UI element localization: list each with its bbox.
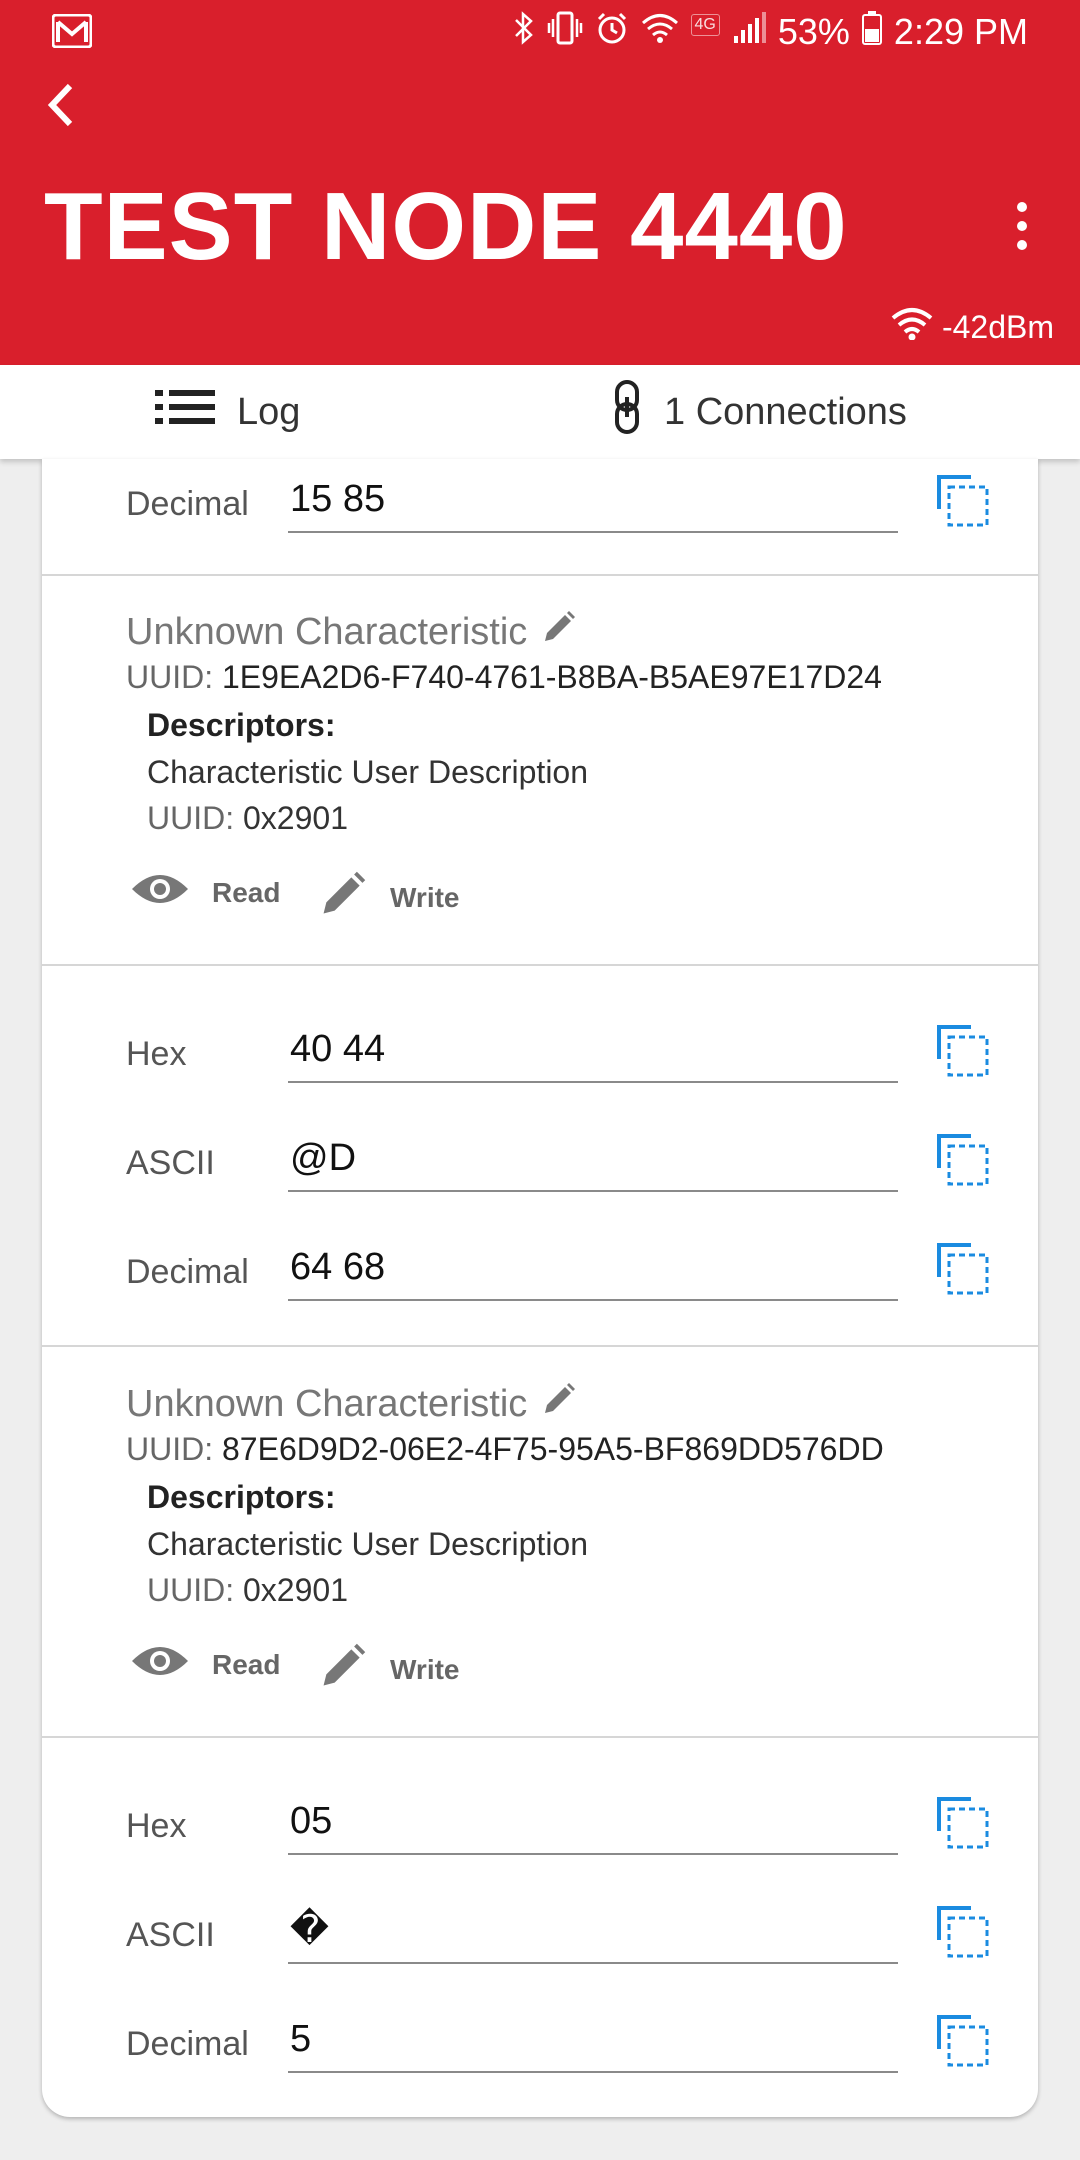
value-label: Decimal: [126, 1253, 249, 1291]
uuid-label: UUID:: [126, 659, 214, 695]
battery-percent: 53%: [777, 11, 850, 52]
uuid-label: UUID:: [147, 800, 235, 836]
hex-value-field[interactable]: 05: [288, 1791, 898, 1855]
pencil-icon[interactable]: [541, 609, 577, 655]
link-icon: [612, 379, 642, 445]
tab-log-label: Log: [237, 390, 301, 433]
value-row-ascii: ASCII @D: [42, 1128, 1038, 1208]
ascii-value-field[interactable]: �: [288, 1900, 898, 1964]
uuid-value: 0x2901: [243, 800, 348, 836]
ascii-value-field[interactable]: @D: [288, 1128, 898, 1192]
characteristic-title: Unknown Characteristic: [126, 1382, 528, 1425]
copy-icon[interactable]: [935, 1795, 991, 1851]
value-label: ASCII: [126, 1916, 215, 1954]
value-row-decimal: Decimal 64 68: [42, 1237, 1038, 1317]
descriptor-uuid: UUID: 0x2901: [147, 800, 348, 837]
pencil-icon[interactable]: [541, 1381, 577, 1427]
descriptor-name: Characteristic User Description: [147, 754, 589, 790]
read-label: Read: [212, 1648, 281, 1680]
uuid-label: UUID:: [147, 1572, 235, 1608]
uuid-value: 0x2901: [243, 1572, 348, 1608]
value-row-hex: Hex 40 44: [42, 1019, 1038, 1099]
tab-connections-label: 1 Connections: [664, 390, 907, 433]
copy-icon[interactable]: [935, 1132, 991, 1188]
page-title: TEST NODE 4440: [44, 173, 848, 280]
characteristic-item: Unknown Characteristic UUID: 87E6D9D2-06…: [42, 1381, 1038, 1691]
value-label: Hex: [126, 1035, 187, 1073]
status-bar: 4G 53% 2:29 PM: [0, 0, 1080, 64]
eye-icon: [130, 869, 190, 916]
decimal-value-field[interactable]: 64 68: [288, 1237, 898, 1301]
copy-icon[interactable]: [935, 1241, 991, 1297]
back-arrow-icon[interactable]: [40, 80, 84, 130]
battery-icon: [861, 10, 882, 54]
divider: [42, 964, 1038, 966]
read-button[interactable]: Read: [130, 1641, 280, 1688]
network-type-badge: 4G: [690, 14, 720, 36]
copy-icon[interactable]: [935, 2013, 991, 2069]
tab-connections[interactable]: 1 Connections: [612, 365, 907, 459]
descriptors-title: Descriptors:: [147, 707, 336, 743]
copy-icon[interactable]: [935, 1023, 991, 1079]
more-vert-icon[interactable]: [1010, 200, 1034, 252]
copy-icon[interactable]: [935, 473, 991, 529]
value-row-decimal: Decimal 5: [42, 2009, 1038, 2089]
characteristic-item: Unknown Characteristic UUID: 1E9EA2D6-F7…: [42, 609, 1038, 919]
signal-icon: [732, 11, 766, 53]
wifi-icon: [641, 11, 679, 53]
value-row-hex: Hex 05: [42, 1791, 1038, 1871]
bluetooth-icon: [513, 10, 535, 54]
wifi-icon: [890, 306, 934, 348]
read-button[interactable]: Read: [130, 869, 280, 916]
write-button[interactable]: Write: [318, 869, 460, 926]
app-bar: 4G 53% 2:29 PM TEST NODE 4440 -42dBm: [0, 0, 1080, 365]
rssi-indicator: -42dBm: [890, 306, 1054, 348]
decimal-value-field[interactable]: 5: [288, 2009, 898, 2073]
clock: 2:29 PM: [893, 11, 1028, 52]
alarm-icon: [595, 11, 629, 54]
tab-log[interactable]: Log: [155, 365, 300, 459]
value-row-ascii: ASCII �: [42, 1900, 1038, 1980]
pencil-icon: [318, 869, 368, 926]
value-row-decimal: Decimal 15 85: [42, 469, 1038, 549]
hex-value-field[interactable]: 40 44: [288, 1019, 898, 1083]
characteristic-title: Unknown Characteristic: [126, 610, 528, 653]
uuid-value: 1E9EA2D6-F740-4761-B8BA-B5AE97E17D24: [222, 659, 882, 695]
divider: [42, 1345, 1038, 1347]
characteristic-uuid: UUID: 87E6D9D2-06E2-4F75-95A5-BF869DD576…: [126, 1431, 884, 1468]
uuid-value: 87E6D9D2-06E2-4F75-95A5-BF869DD576DD: [222, 1431, 884, 1467]
uuid-label: UUID:: [126, 1431, 214, 1467]
copy-icon[interactable]: [935, 1904, 991, 1960]
characteristic-name: Unknown Characteristic: [126, 1381, 577, 1427]
list-icon: [155, 387, 215, 437]
descriptor-uuid: UUID: 0x2901: [147, 1572, 348, 1609]
decimal-value-field[interactable]: 15 85: [288, 469, 898, 533]
write-label: Write: [390, 881, 460, 913]
vibrate-icon: [547, 11, 583, 54]
service-card: Decimal 15 85 Unknown Characteristic UUI…: [42, 459, 1038, 2117]
pencil-icon: [318, 1641, 368, 1698]
gmail-icon: [51, 13, 93, 57]
descriptor-name: Characteristic User Description: [147, 1526, 589, 1562]
write-button[interactable]: Write: [318, 1641, 460, 1698]
characteristic-uuid: UUID: 1E9EA2D6-F740-4761-B8BA-B5AE97E17D…: [126, 659, 882, 696]
eye-icon: [130, 1641, 190, 1688]
divider: [42, 1736, 1038, 1738]
tab-bar: Log 1 Connections: [0, 365, 1080, 459]
characteristic-name: Unknown Characteristic: [126, 609, 577, 655]
value-label: Hex: [126, 1807, 187, 1845]
divider: [42, 574, 1038, 576]
value-label: Decimal: [126, 485, 249, 523]
descriptors-title: Descriptors:: [147, 1479, 336, 1515]
write-label: Write: [390, 1653, 460, 1685]
value-label: Decimal: [126, 2025, 249, 2063]
rssi-value: -42dBm: [941, 308, 1054, 345]
value-label: ASCII: [126, 1144, 215, 1182]
read-label: Read: [212, 876, 281, 908]
